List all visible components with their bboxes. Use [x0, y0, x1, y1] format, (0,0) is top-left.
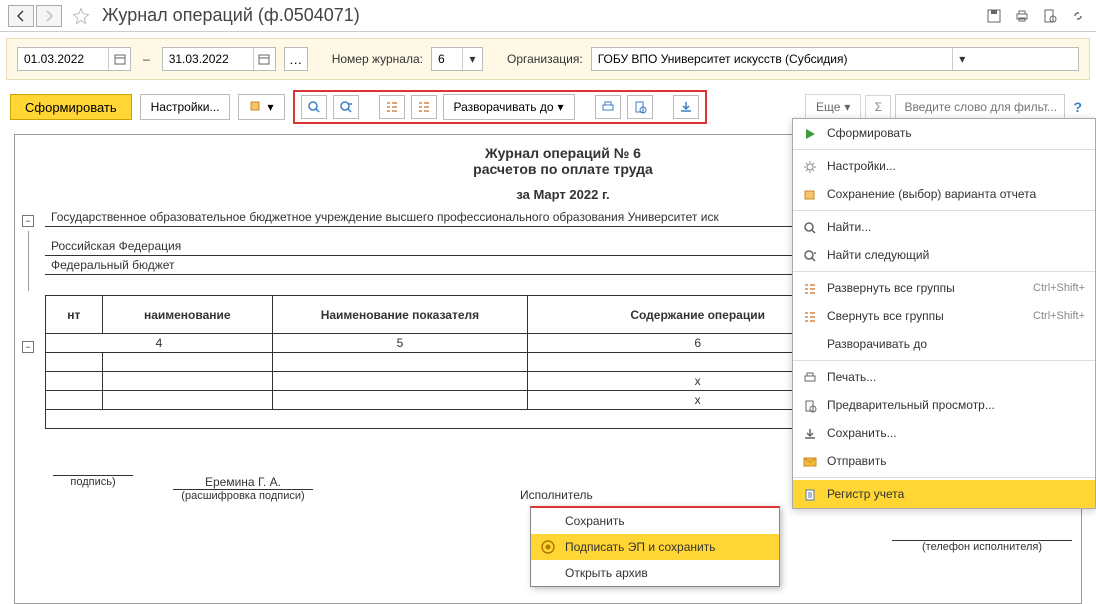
dropdown-icon[interactable]: ▾: [952, 48, 972, 70]
mail-icon: [802, 454, 818, 470]
save-file-icon[interactable]: [673, 95, 699, 119]
collapse-icon[interactable]: −: [22, 341, 34, 353]
dd-send[interactable]: Отправить: [793, 447, 1095, 475]
dd-settings[interactable]: Настройки...: [793, 152, 1095, 180]
dd-save[interactable]: Сохранить...: [793, 419, 1095, 447]
print-icon[interactable]: [1012, 6, 1032, 26]
date-from-input[interactable]: [18, 52, 108, 66]
download-icon: [802, 426, 818, 442]
expand-icon: [802, 281, 818, 297]
date-picker-button[interactable]: …: [284, 47, 308, 71]
phone-caption-block: (телефон исполнителя): [892, 540, 1072, 553]
dd-preview[interactable]: Предварительный просмотр...: [793, 391, 1095, 419]
context-menu: Сохранить Подписать ЭП и сохранить Откры…: [530, 506, 780, 587]
dd-print[interactable]: Печать...: [793, 363, 1095, 391]
more-button[interactable]: Еще ▾: [805, 94, 861, 120]
link-icon[interactable]: [1068, 6, 1088, 26]
dropdown-icon[interactable]: ▾: [462, 48, 482, 70]
help-icon[interactable]: ?: [1069, 99, 1086, 115]
save-floppy-icon[interactable]: [984, 6, 1004, 26]
dd-find[interactable]: Найти...: [793, 213, 1095, 241]
back-button[interactable]: [8, 5, 34, 27]
signer-caption: (расшифровка подписи): [173, 490, 313, 502]
organization-label: Организация:: [507, 52, 583, 66]
ctx-open-archive[interactable]: Открыть архив: [531, 560, 779, 586]
journal-number-input[interactable]: [432, 52, 462, 66]
save-variant-button[interactable]: ▾: [238, 94, 284, 120]
journal-number-label: Номер журнала:: [332, 52, 423, 66]
ctx-sign-and-save[interactable]: Подписать ЭП и сохранить: [531, 534, 779, 560]
expand-groups-icon[interactable]: [379, 95, 405, 119]
outline-gutter: − −: [15, 215, 41, 413]
expand-to-button[interactable]: Разворачивать до ▾: [443, 94, 575, 120]
executor-label: Исполнитель: [520, 488, 593, 502]
calendar-icon[interactable]: [108, 48, 130, 70]
collapse-icon[interactable]: −: [22, 215, 34, 227]
signature-caption: подпись): [53, 476, 133, 488]
dd-collapse-all[interactable]: Свернуть все группы Ctrl+Shift+: [793, 302, 1095, 330]
dd-expand-all[interactable]: Развернуть все группы Ctrl+Shift+: [793, 274, 1095, 302]
dd-expand-to[interactable]: Разворачивать до: [793, 330, 1095, 358]
play-icon: [802, 126, 818, 142]
dd-generate[interactable]: Сформировать: [793, 119, 1095, 147]
sigma-icon[interactable]: Σ: [865, 95, 891, 119]
date-to-input[interactable]: [163, 52, 253, 66]
generate-button[interactable]: Сформировать: [10, 94, 132, 120]
highlighted-toolbar-group: Разворачивать до ▾: [293, 90, 707, 124]
favorite-star-icon[interactable]: [70, 5, 92, 27]
stamp-icon: [541, 540, 555, 554]
signer-name: Еремина Г. А.: [173, 475, 313, 490]
dd-find-next[interactable]: Найти следующий: [793, 241, 1095, 269]
collapse-icon: [802, 309, 818, 325]
print-preview-icon[interactable]: [627, 95, 653, 119]
preview-icon[interactable]: [1040, 6, 1060, 26]
dd-save-variant[interactable]: Сохранение (выбор) варианта отчета: [793, 180, 1095, 208]
filter-input[interactable]: [895, 94, 1065, 120]
search-next-icon: [802, 248, 818, 264]
preview-icon: [802, 398, 818, 414]
print-icon[interactable]: [595, 95, 621, 119]
print-icon: [802, 370, 818, 386]
more-dropdown-menu: Сформировать Настройки... Сохранение (вы…: [792, 118, 1096, 509]
collapse-groups-icon[interactable]: [411, 95, 437, 119]
find-icon[interactable]: [301, 95, 327, 119]
folder-icon: [802, 187, 818, 203]
organization-input[interactable]: [592, 52, 952, 66]
settings-button[interactable]: Настройки...: [140, 94, 231, 120]
search-icon: [802, 220, 818, 236]
page-title: Журнал операций (ф.0504071): [102, 5, 360, 26]
forward-button[interactable]: [36, 5, 62, 27]
find-next-icon[interactable]: [333, 95, 359, 119]
calendar-icon[interactable]: [253, 48, 275, 70]
gear-icon: [802, 159, 818, 175]
date-range-separator: –: [139, 52, 154, 66]
ctx-save[interactable]: Сохранить: [531, 508, 779, 534]
document-icon: [802, 487, 818, 503]
dd-register[interactable]: Регистр учета: [793, 480, 1095, 508]
